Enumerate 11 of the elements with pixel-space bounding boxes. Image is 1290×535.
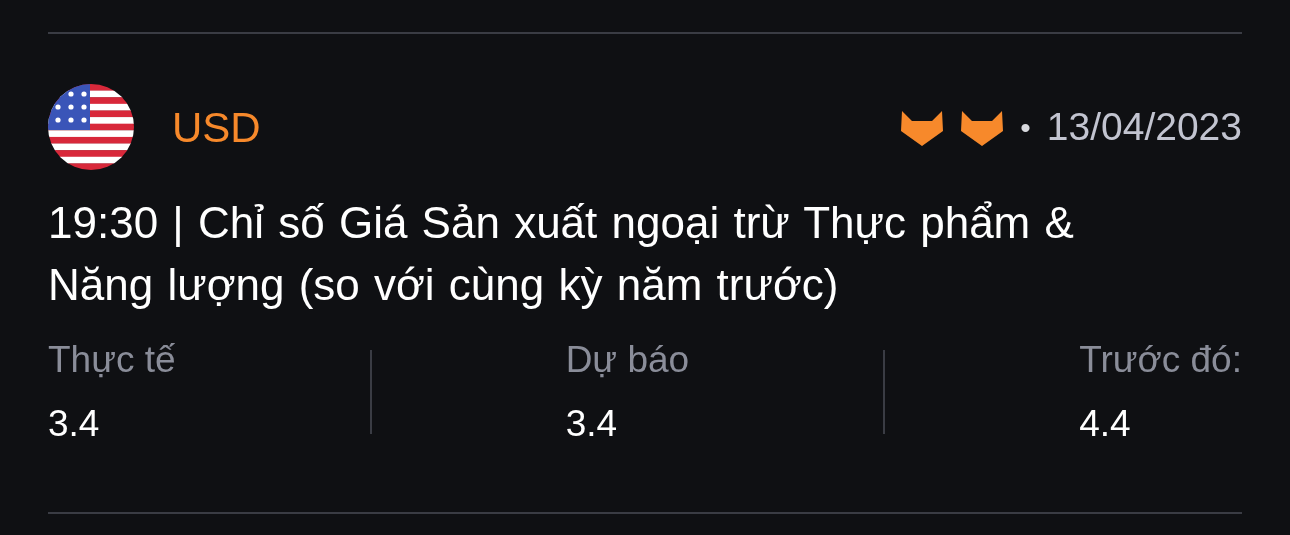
figure-value: 3.4	[565, 402, 619, 446]
figure-label: Trước đó:	[1079, 338, 1242, 382]
currency-code: USD	[172, 102, 261, 153]
separator-dot: •	[1020, 109, 1031, 146]
figure-label: Thực tế	[48, 338, 176, 382]
figure-label: Dự báo	[565, 338, 690, 382]
event-title: 19:30 | Chỉ số Giá Sản xuất ngoại trừ Thực phẩm & Năng lượng (so với cùng kỳ năm trước)	[48, 197, 1075, 311]
figure-value: 3.4	[48, 402, 101, 446]
event-date: 13/04/2023	[1046, 103, 1242, 150]
flag-icon	[48, 84, 134, 170]
figure-value: 4.4	[1079, 402, 1132, 446]
